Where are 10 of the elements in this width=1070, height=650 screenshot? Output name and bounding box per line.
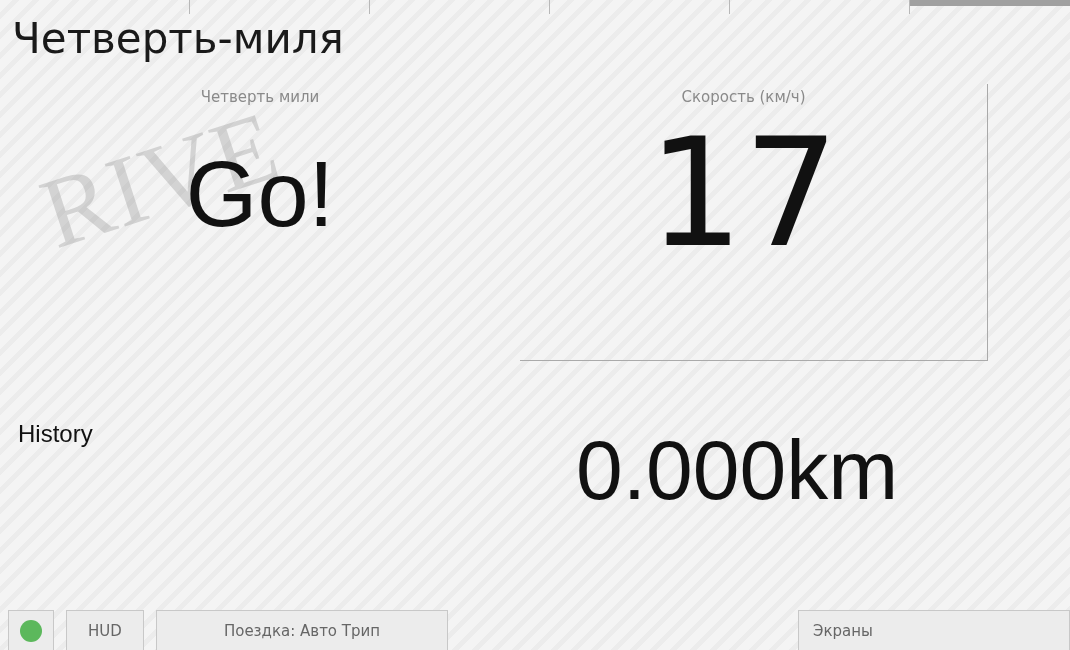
hud-button[interactable]: HUD bbox=[66, 610, 144, 650]
tab[interactable] bbox=[910, 0, 1070, 6]
screens-button[interactable]: Экраны bbox=[798, 610, 1070, 650]
trip-button[interactable]: Поездка: Авто Трип bbox=[156, 610, 448, 650]
page-title: Четверть-миля bbox=[11, 14, 344, 64]
history-label: History bbox=[17, 419, 94, 448]
quarter-mile-label: Четверть мили bbox=[200, 88, 320, 106]
distance-value: 0.000km bbox=[575, 422, 900, 519]
speed-value: 17 bbox=[648, 118, 839, 268]
speed-label: Скорость (км/ч) bbox=[681, 88, 806, 106]
